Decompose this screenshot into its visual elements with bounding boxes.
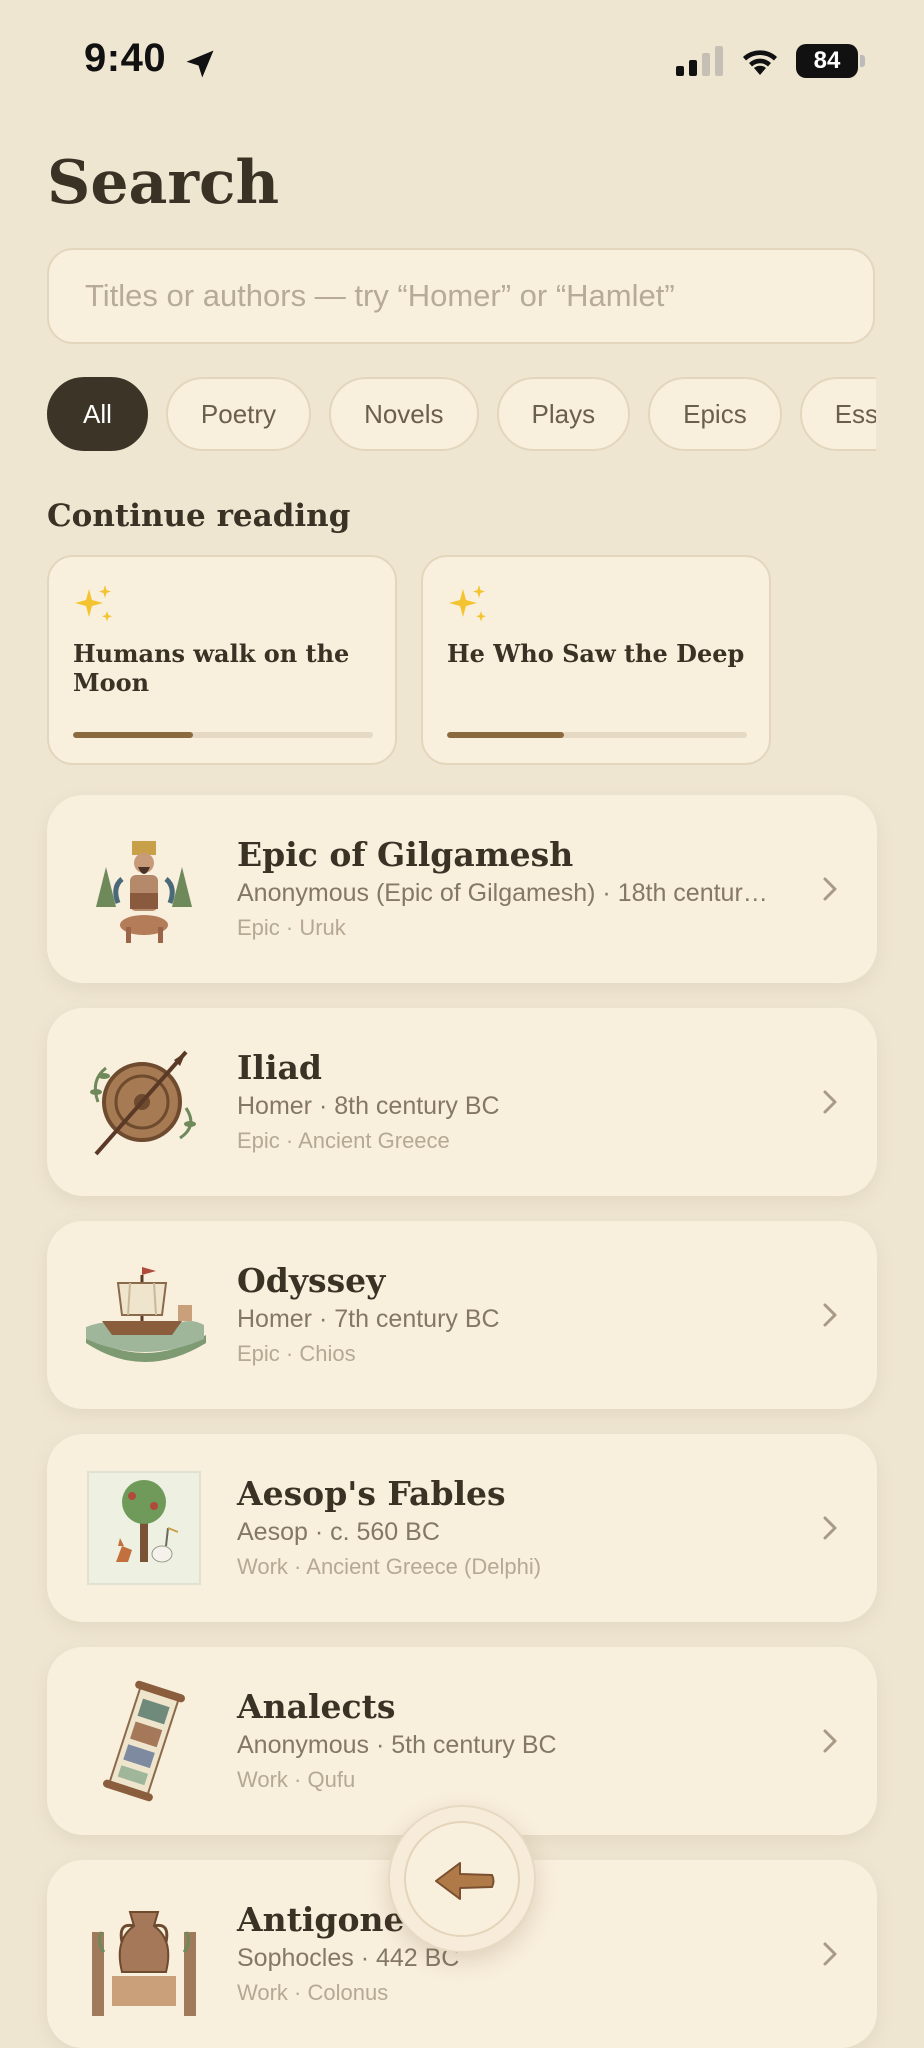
sparkles-icon [449,585,486,622]
wifi-icon [743,50,777,75]
page-title: Search [47,148,280,218]
book-author: Homer · 7th century BC [237,1305,500,1333]
book-meta: Work · Colonus [237,1980,389,2005]
back-button[interactable] [388,1805,536,1953]
book-row-gilgamesh[interactable]: Epic of Gilgamesh Anonymous (Epic of Gil… [47,795,877,983]
continue-reading-card[interactable]: He Who Saw the Deep [421,555,771,765]
reading-progress-bar [73,732,373,738]
book-title: Antigone [237,1900,405,1939]
battery-indicator: 84 [796,44,865,78]
book-title: Analects [237,1687,396,1726]
location-arrow-icon [186,50,214,78]
book-author: Aesop · c. 560 BC [237,1518,440,1546]
continue-reading-card[interactable]: Humans walk on the Moon [47,555,397,765]
book-author: Anonymous (Epic of Gilgamesh) · 18th cen… [237,879,777,907]
fox-stork-illustration-icon [87,1471,201,1585]
filter-chips: AllPoetryNovelsPlaysEpicsEssays [47,377,876,451]
filter-chip-plays[interactable]: Plays [496,377,631,451]
chevron-right-icon [823,877,837,901]
chevron-right-icon [823,1303,837,1327]
book-title: Iliad [237,1048,322,1087]
book-meta: Work · Qufu [237,1767,356,1792]
filter-chip-essays[interactable]: Essays [799,377,876,451]
book-row-aesops-fables[interactable]: Aesop's Fables Aesop · c. 560 BC Work · … [47,1434,877,1622]
chevron-right-icon [823,1729,837,1753]
cellular-signal-icon [676,46,723,76]
filter-chip-novels[interactable]: Novels [329,377,479,451]
sparkles-icon [75,585,112,622]
status-bar: 9:40 84 [0,0,924,120]
book-author: Anonymous · 5th century BC [237,1731,557,1759]
status-time: 9:40 [84,36,167,80]
book-meta: Work · Ancient Greece (Delphi) [237,1554,542,1579]
book-title: Epic of Gilgamesh [237,835,574,874]
book-meta: Epic · Uruk [237,915,346,940]
continue-reading-heading: Continue reading [47,498,351,534]
book-author: Sophocles · 442 BC [237,1944,460,1972]
reading-progress-bar [447,732,747,738]
book-author: Homer · 8th century BC [237,1092,500,1120]
gilgamesh-illustration-icon [96,841,192,943]
scroll-illustration-icon [103,1680,185,1802]
continue-reading-title: Humans walk on the Moon [73,639,350,697]
chevron-right-icon [823,1516,837,1540]
book-row-iliad[interactable]: Iliad Homer · 8th century BC Epic · Anci… [47,1008,877,1196]
amphora-illustration-icon [92,1911,196,2016]
chevron-right-icon [823,1090,837,1114]
book-meta: Epic · Ancient Greece [237,1128,450,1153]
continue-reading-title: He Who Saw the Deep [447,639,745,668]
back-arrow-icon [435,1862,495,1900]
book-row-odyssey[interactable]: Odyssey Homer · 7th century BC Epic · Ch… [47,1221,877,1409]
book-meta: Epic · Chios [237,1341,356,1366]
search-input[interactable] [47,248,875,344]
shield-spear-illustration-icon [90,1050,196,1156]
filter-chip-epics[interactable]: Epics [648,377,782,451]
filter-chip-poetry[interactable]: Poetry [165,377,312,451]
book-title: Aesop's Fables [237,1474,506,1513]
filter-chip-all[interactable]: All [47,377,148,451]
book-title: Odyssey [237,1261,386,1300]
battery-level: 84 [813,47,841,74]
ship-illustration-icon [86,1267,206,1362]
chevron-right-icon [823,1942,837,1966]
